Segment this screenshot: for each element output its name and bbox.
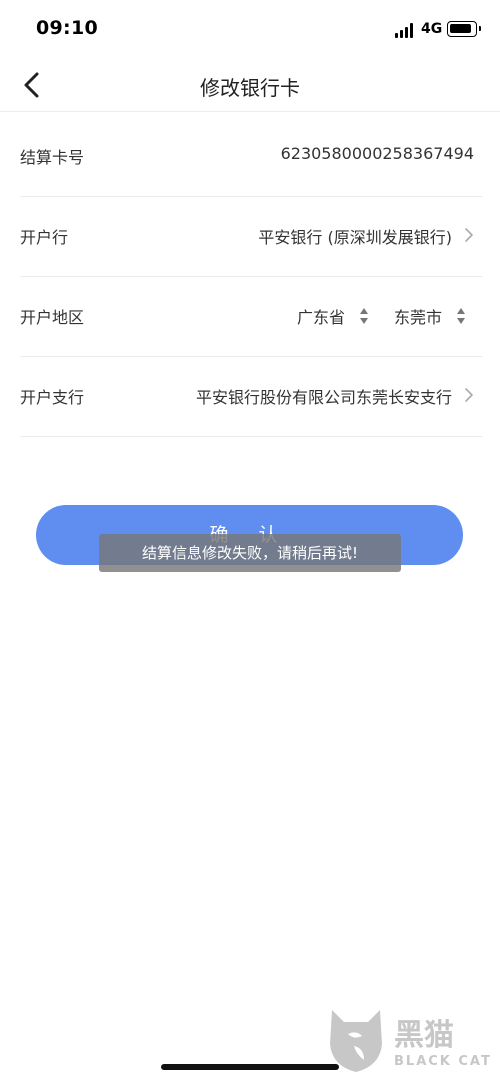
region-label: 开户地区: [20, 308, 85, 327]
branch-value: 平安银行股份有限公司东莞长安支行: [195, 388, 452, 407]
error-toast: 结算信息修改失败，请稍后再试!: [99, 534, 401, 572]
status-bar: 09:10 4G: [0, 0, 500, 60]
card-number-label: 结算卡号: [20, 148, 85, 167]
page-title: 修改银行卡: [200, 76, 300, 100]
branch-row[interactable]: 开户支行 平安银行股份有限公司东莞长安支行: [20, 357, 482, 437]
card-number-value: 6230580000258367494: [280, 144, 474, 163]
sort-updown-icon: [457, 308, 465, 324]
chevron-right-icon: [465, 388, 473, 402]
branch-label: 开户支行: [20, 388, 85, 407]
bank-card-form: 结算卡号 6230580000258367494 开户行 平安银行 (原深圳发展…: [0, 117, 500, 437]
watermark: 黑猫 BLACK CAT: [324, 1004, 494, 1076]
network-type: 4G: [421, 21, 443, 37]
watermark-en: BLACK CAT: [394, 1054, 492, 1069]
status-time: 09:10: [36, 17, 98, 39]
bank-row[interactable]: 开户行 平安银行 (原深圳发展银行): [20, 197, 482, 277]
card-number-row: 结算卡号 6230580000258367494: [20, 117, 482, 197]
sort-updown-icon: [360, 308, 368, 324]
chevron-right-icon: [465, 228, 473, 242]
province-select[interactable]: 广东省: [297, 304, 345, 328]
signal-icon: [395, 22, 417, 38]
battery-icon: [447, 21, 481, 37]
bank-label: 开户行: [20, 228, 69, 247]
city-select[interactable]: 东莞市: [394, 304, 442, 328]
bank-value: 平安银行 (原深圳发展银行): [258, 228, 452, 247]
region-row: 开户地区 广东省 东莞市: [20, 277, 482, 357]
watermark-cn: 黑猫: [394, 1018, 454, 1053]
screen: 09:10 4G 修改银行卡 结算卡号 6230580000258367494 …: [0, 0, 500, 1082]
nav-bar: 修改银行卡: [0, 60, 500, 112]
home-indicator[interactable]: [161, 1064, 339, 1070]
